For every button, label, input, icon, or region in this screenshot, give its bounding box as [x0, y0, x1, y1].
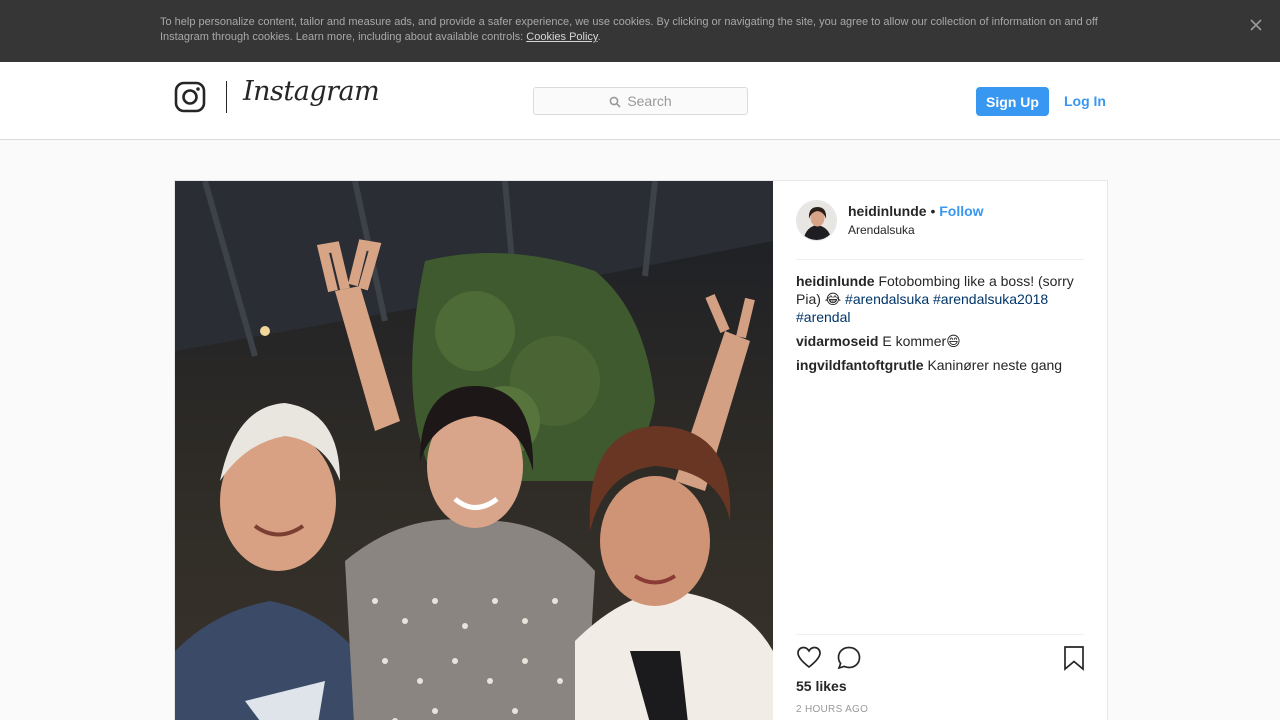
- caption: heidinlunde Fotobombing like a boss! (so…: [796, 272, 1086, 326]
- top-navigation: Instagram Search Sign Up Log In: [0, 62, 1280, 140]
- search-input[interactable]: Search: [533, 87, 748, 115]
- cookies-policy-link[interactable]: Cookies Policy: [526, 31, 597, 43]
- caption-username[interactable]: heidinlunde: [796, 273, 875, 289]
- hashtag-link[interactable]: #arendalsuka: [845, 291, 929, 307]
- heart-icon[interactable]: [796, 645, 822, 671]
- comment-username[interactable]: ingvildfantoftgrutle: [796, 357, 924, 373]
- cookie-banner-message: To help personalize content, tailor and …: [160, 16, 1098, 43]
- cookie-banner: To help personalize content, tailor and …: [0, 0, 1280, 62]
- comments-list: heidinlunde Fotobombing like a boss! (so…: [796, 272, 1086, 380]
- follow-button[interactable]: Follow: [939, 203, 983, 219]
- instagram-glyph-icon[interactable]: [174, 81, 206, 113]
- search-placeholder: Search: [627, 93, 672, 109]
- author-username[interactable]: heidinlunde: [848, 203, 927, 219]
- separator-dot: •: [930, 203, 936, 219]
- comment-item: vidarmoseid E kommer😄: [796, 332, 1086, 350]
- avatar[interactable]: [796, 200, 837, 241]
- post-header: heidinlunde • Follow: [848, 203, 984, 219]
- post-photo[interactable]: [175, 181, 773, 720]
- hashtag-link[interactable]: #arendalsuka2018: [933, 291, 1048, 307]
- comment-text: Kaninører neste gang: [927, 357, 1063, 373]
- bookmark-icon[interactable]: [1061, 645, 1087, 671]
- logo-divider: [226, 81, 227, 113]
- close-icon[interactable]: [1247, 16, 1265, 34]
- post-card: heidinlunde • Follow Arendalsuka heidinl…: [174, 180, 1108, 720]
- divider: [796, 634, 1084, 635]
- search-icon: [609, 95, 621, 108]
- comment-icon[interactable]: [836, 645, 862, 671]
- sign-up-button[interactable]: Sign Up: [976, 87, 1049, 116]
- comment-username[interactable]: vidarmoseid: [796, 333, 878, 349]
- likes-count[interactable]: 55 likes: [796, 678, 847, 694]
- log-in-link[interactable]: Log In: [1064, 93, 1106, 109]
- divider: [796, 259, 1084, 260]
- cookie-banner-text: To help personalize content, tailor and …: [160, 15, 1110, 45]
- hashtag-link[interactable]: #arendal: [796, 309, 851, 325]
- location-link[interactable]: Arendalsuka: [848, 223, 915, 237]
- instagram-wordmark[interactable]: Instagram: [243, 76, 380, 107]
- post-sidebar: heidinlunde • Follow Arendalsuka heidinl…: [773, 181, 1109, 720]
- cookie-banner-period: .: [597, 31, 601, 43]
- comment-text: E kommer😄: [882, 333, 961, 349]
- post-timestamp: 2 hours ago: [796, 704, 869, 715]
- post-actions: [796, 645, 1084, 671]
- comment-item: ingvildfantoftgrutle Kaninører neste gan…: [796, 356, 1086, 374]
